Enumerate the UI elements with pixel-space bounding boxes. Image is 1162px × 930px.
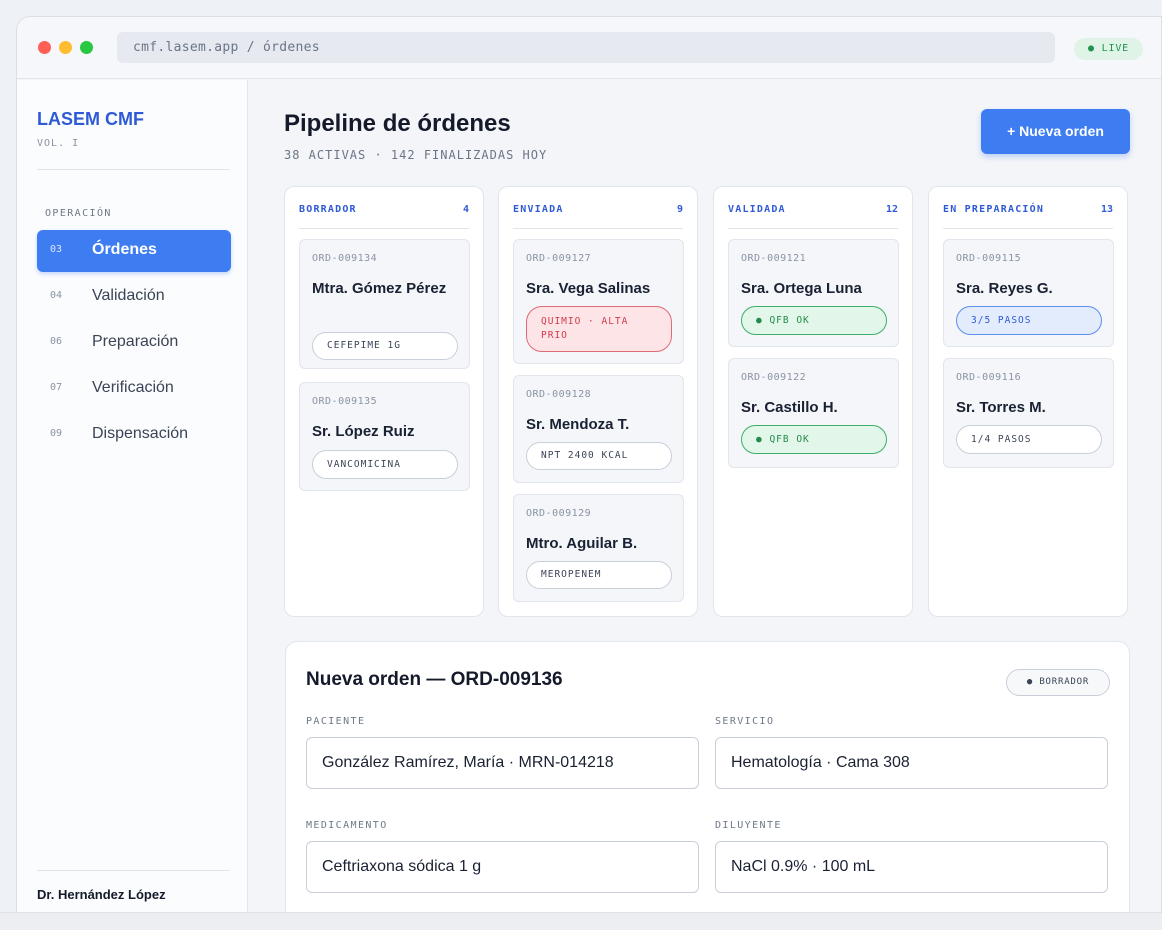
column-header: EN PREPARACIÓN 13 bbox=[943, 204, 1113, 229]
qfb-ok-badge: ● QFB OK bbox=[741, 425, 887, 454]
browser-titlebar: cmf.lasem.app / órdenes ● LIVE bbox=[17, 17, 1161, 79]
column-title: ENVIADA bbox=[513, 204, 564, 215]
diluent-field[interactable]: NaCl 0.9% · 100 mL bbox=[715, 841, 1108, 893]
minimize-window-dot[interactable] bbox=[59, 41, 72, 54]
sidebar: LASEM CMF VOL. I OPERACIÓN 03 Órdenes 04… bbox=[17, 80, 248, 929]
order-id: ORD-009122 bbox=[741, 372, 807, 383]
qfb-ok-badge: ● QFB OK bbox=[741, 306, 887, 335]
page-title: Pipeline de órdenes bbox=[284, 110, 511, 137]
order-card[interactable]: ORD-009128 Sr. Mendoza T. NPT 2400 KCAL bbox=[513, 375, 684, 483]
order-id: ORD-009129 bbox=[526, 508, 592, 519]
order-card[interactable]: ORD-009122 Sr. Castillo H. ● QFB OK bbox=[728, 358, 899, 468]
order-card[interactable]: ORD-009127 Sra. Vega Salinas QUIMIO · AL… bbox=[513, 239, 684, 364]
sidebar-item-label: Dispensación bbox=[92, 425, 189, 442]
sidebar-item-label: Órdenes bbox=[92, 241, 157, 258]
field-label-medicamento: MEDICAMENTO bbox=[306, 820, 388, 831]
order-id: ORD-009135 bbox=[312, 396, 378, 407]
status-badge: ● BORRADOR bbox=[1006, 669, 1110, 696]
order-id: ORD-009127 bbox=[526, 253, 592, 264]
field-label-servicio: SERVICIO bbox=[715, 716, 775, 727]
patient-name: Sr. López Ruiz bbox=[312, 423, 415, 440]
sidebar-divider bbox=[37, 870, 230, 871]
order-card[interactable]: ORD-009116 Sr. Torres M. 1/4 PASOS bbox=[943, 358, 1114, 468]
medication-tag: VANCOMICINA bbox=[312, 450, 458, 479]
order-id: ORD-009115 bbox=[956, 253, 1022, 264]
progress-steps-tag: 3/5 PASOS bbox=[956, 306, 1102, 335]
order-card[interactable]: ORD-009121 Sra. Ortega Luna ● QFB OK bbox=[728, 239, 899, 347]
patient-name: Sr. Mendoza T. bbox=[526, 416, 630, 433]
sidebar-item-dispensacion[interactable]: 09 Dispensación bbox=[37, 414, 231, 456]
medication-field[interactable]: Ceftriaxona sódica 1 g bbox=[306, 841, 699, 893]
order-card[interactable]: ORD-009129 Mtro. Aguilar B. MEROPENEM bbox=[513, 494, 684, 602]
nav-number: 09 bbox=[50, 428, 63, 439]
field-label-paciente: PACIENTE bbox=[306, 716, 366, 727]
progress-steps-tag: 1/4 PASOS bbox=[956, 425, 1102, 454]
nav-number: 06 bbox=[50, 336, 63, 347]
patient-name: Sr. Torres M. bbox=[956, 399, 1046, 416]
nav-number: 07 bbox=[50, 382, 63, 393]
close-window-dot[interactable] bbox=[38, 41, 51, 54]
sidebar-item-label: Verificación bbox=[92, 379, 174, 396]
order-id: ORD-009128 bbox=[526, 389, 592, 400]
order-card[interactable]: ORD-009135 Sr. López Ruiz VANCOMICINA bbox=[299, 382, 470, 491]
live-status-badge: ● LIVE bbox=[1074, 38, 1143, 60]
column-header: VALIDADA 12 bbox=[728, 204, 898, 229]
sidebar-item-ordenes[interactable]: 03 Órdenes bbox=[37, 230, 231, 272]
column-count: 4 bbox=[462, 204, 469, 215]
medication-tag: NPT 2400 KCAL bbox=[526, 442, 672, 470]
form-title: Nueva orden — ORD-009136 bbox=[306, 669, 563, 690]
sidebar-item-preparacion[interactable]: 06 Preparación bbox=[37, 322, 231, 364]
column-count: 9 bbox=[676, 204, 683, 215]
order-id: ORD-009134 bbox=[312, 253, 378, 264]
maximize-window-dot[interactable] bbox=[80, 41, 93, 54]
patient-name: Sra. Ortega Luna bbox=[741, 280, 862, 297]
pipeline-column-enviada: ENVIADA 9 ORD-009127 Sra. Vega Salinas Q… bbox=[498, 186, 698, 617]
column-title: VALIDADA bbox=[728, 204, 786, 215]
order-id: ORD-009121 bbox=[741, 253, 807, 264]
current-user-name[interactable]: Dr. Hernández López bbox=[37, 887, 166, 902]
order-card[interactable]: ORD-009115 Sra. Reyes G. 3/5 PASOS bbox=[943, 239, 1114, 347]
nav-number: 03 bbox=[50, 244, 63, 255]
order-id: ORD-009116 bbox=[956, 372, 1022, 383]
pipeline-column-en-preparacion: EN PREPARACIÓN 13 ORD-009115 Sra. Reyes … bbox=[928, 186, 1128, 617]
patient-name: Sr. Castillo H. bbox=[741, 399, 838, 416]
patient-name: Mtro. Aguilar B. bbox=[526, 535, 638, 552]
column-title: EN PREPARACIÓN bbox=[943, 204, 1045, 215]
patient-name: Sra. Vega Salinas bbox=[526, 280, 651, 297]
priority-tag: QUIMIO · ALTA PRIO bbox=[526, 306, 672, 352]
sidebar-item-label: Validación bbox=[92, 287, 165, 304]
address-bar[interactable]: cmf.lasem.app / órdenes bbox=[117, 32, 1055, 63]
column-title: BORRADOR bbox=[299, 204, 357, 215]
sidebar-divider bbox=[37, 169, 230, 170]
bottom-scroll-area bbox=[0, 912, 1162, 930]
medication-tag: MEROPENEM bbox=[526, 561, 672, 589]
service-field[interactable]: Hematología · Cama 308 bbox=[715, 737, 1108, 789]
patient-name: Mtra. Gómez Pérez bbox=[312, 280, 447, 297]
column-count: 13 bbox=[1100, 204, 1113, 215]
field-label-diluyente: DILUYENTE bbox=[715, 820, 782, 831]
column-header: BORRADOR 4 bbox=[299, 204, 469, 229]
sidebar-item-validacion[interactable]: 04 Validación bbox=[37, 276, 231, 318]
new-order-button[interactable]: + Nueva orden bbox=[981, 109, 1130, 154]
nav-number: 04 bbox=[50, 290, 63, 301]
medication-tag: CEFEPIME 1G bbox=[312, 332, 458, 360]
patient-field[interactable]: González Ramírez, María · MRN-014218 bbox=[306, 737, 699, 789]
column-header: ENVIADA 9 bbox=[513, 204, 683, 229]
sidebar-section-title: OPERACIÓN bbox=[45, 208, 112, 219]
pipeline-column-borrador: BORRADOR 4 ORD-009134 Mtra. Gómez Pérez … bbox=[284, 186, 484, 617]
patient-name: Sra. Reyes G. bbox=[956, 280, 1053, 297]
column-count: 12 bbox=[885, 204, 898, 215]
pipeline-column-validada: VALIDADA 12 ORD-009121 Sra. Ortega Luna … bbox=[713, 186, 913, 617]
page-subtitle: 38 ACTIVAS · 142 FINALIZADAS HOY bbox=[284, 148, 548, 162]
app-window: cmf.lasem.app / órdenes ● LIVE LASEM CMF… bbox=[16, 16, 1162, 930]
new-order-form: Nueva orden — ORD-009136 ● BORRADOR PACI… bbox=[285, 641, 1130, 929]
order-card[interactable]: ORD-009134 Mtra. Gómez Pérez CEFEPIME 1G bbox=[299, 239, 470, 369]
volume-label: VOL. I bbox=[37, 138, 80, 149]
sidebar-item-label: Preparación bbox=[92, 333, 179, 350]
brand-logo-text: LASEM CMF bbox=[37, 109, 144, 129]
sidebar-item-verificacion[interactable]: 07 Verificación bbox=[37, 368, 231, 410]
